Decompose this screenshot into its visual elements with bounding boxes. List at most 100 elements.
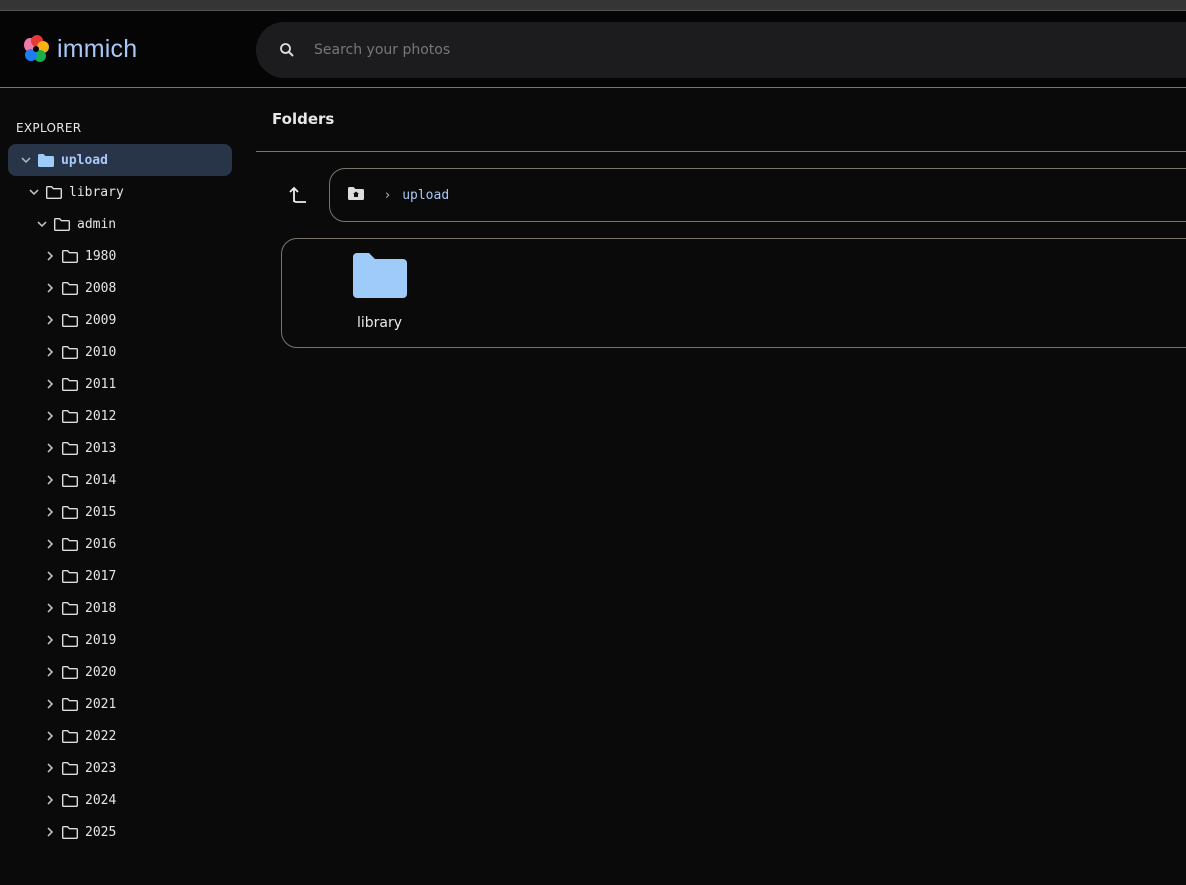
logo[interactable]: immich: [20, 33, 137, 65]
search-bar[interactable]: [256, 22, 1186, 78]
chevron-right-icon[interactable]: [43, 762, 57, 774]
folder-filled-icon: [37, 153, 55, 168]
tree-item-year[interactable]: 2014: [0, 464, 256, 496]
tree-item-year[interactable]: 2013: [0, 432, 256, 464]
tree-item-label: 2023: [85, 760, 117, 776]
chevron-right-icon[interactable]: [43, 346, 57, 358]
tree-item-year[interactable]: 2016: [0, 528, 256, 560]
chevron-right-icon[interactable]: [43, 826, 57, 838]
tree-item-label: 2016: [85, 536, 117, 552]
go-up-button[interactable]: [288, 183, 310, 209]
chevron-right-icon[interactable]: [43, 442, 57, 454]
tree-item-year[interactable]: 2025: [0, 816, 256, 848]
tree-item-year[interactable]: 2009: [0, 304, 256, 336]
tree-item-label: 1980: [85, 248, 117, 264]
tree-item-year[interactable]: 2024: [0, 784, 256, 816]
window-top-strip: [0, 0, 1186, 11]
chevron-right-icon[interactable]: [43, 378, 57, 390]
breadcrumb: › upload: [329, 168, 1186, 222]
tree-item-year[interactable]: 2011: [0, 368, 256, 400]
tree-item-label: 2013: [85, 440, 117, 456]
chevron-right-icon[interactable]: [43, 666, 57, 678]
page-title: Folders: [272, 110, 335, 128]
folder-icon: [61, 249, 79, 264]
folder-icon: [352, 253, 407, 298]
tree-item-library[interactable]: library: [0, 176, 256, 208]
tree-item-label: 2010: [85, 344, 117, 360]
chevron-down-icon[interactable]: [27, 186, 41, 198]
chevron-right-icon[interactable]: [43, 250, 57, 262]
tree-item-year[interactable]: 2018: [0, 592, 256, 624]
arrow-up-left-icon: [289, 186, 306, 203]
chevron-right-icon[interactable]: [43, 410, 57, 422]
tree-item-label: 2018: [85, 600, 117, 616]
folder-icon: [61, 281, 79, 296]
chevron-down-icon[interactable]: [19, 154, 33, 166]
folder-icon: [61, 505, 79, 520]
search-icon: [280, 43, 294, 57]
tree-item-label: 2015: [85, 504, 117, 520]
folder-icon: [61, 697, 79, 712]
tree-item-year[interactable]: 2017: [0, 560, 256, 592]
tree-item-year[interactable]: 2015: [0, 496, 256, 528]
search-input[interactable]: [314, 42, 914, 58]
folder-icon: [61, 665, 79, 680]
tree-item-label: 2014: [85, 472, 117, 488]
folder-icon: [61, 537, 79, 552]
chevron-right-icon[interactable]: [43, 506, 57, 518]
folder-icon: [61, 473, 79, 488]
chevron-right-icon: ›: [385, 187, 391, 203]
tree-item-label: 2025: [85, 824, 117, 840]
chevron-right-icon[interactable]: [43, 794, 57, 806]
folder-icon: [61, 409, 79, 424]
tree-item-label: 2011: [85, 376, 117, 392]
folder-tree: upload library admin 1980 2008 2009 2010 201…: [0, 144, 256, 848]
chevron-right-icon[interactable]: [43, 634, 57, 646]
chevron-right-icon[interactable]: [43, 570, 57, 582]
chevron-right-icon[interactable]: [43, 314, 57, 326]
folder-home-icon[interactable]: [347, 186, 365, 205]
tree-item-year[interactable]: 2021: [0, 688, 256, 720]
tree-item-label: 2012: [85, 408, 117, 424]
tree-item-label: admin: [77, 216, 117, 232]
chevron-right-icon[interactable]: [43, 474, 57, 486]
tree-item-year[interactable]: 2022: [0, 720, 256, 752]
tree-item-label: 2020: [85, 664, 117, 680]
folder-icon: [53, 217, 71, 232]
tree-item-label: 2009: [85, 312, 117, 328]
chevron-right-icon[interactable]: [43, 698, 57, 710]
folder-icon: [61, 441, 79, 456]
tree-item-year[interactable]: 2020: [0, 656, 256, 688]
folder-icon: [61, 377, 79, 392]
tree-item-upload[interactable]: upload: [8, 144, 232, 176]
folder-tile-library[interactable]: library: [342, 253, 417, 331]
tree-item-label: library: [69, 184, 124, 200]
chevron-right-icon[interactable]: [43, 538, 57, 550]
chevron-down-icon[interactable]: [35, 218, 49, 230]
tree-item-year[interactable]: 2023: [0, 752, 256, 784]
folder-icon: [61, 313, 79, 328]
chevron-right-icon[interactable]: [43, 282, 57, 294]
folder-grid: library: [281, 238, 1186, 348]
chevron-right-icon[interactable]: [43, 602, 57, 614]
folder-icon: [45, 185, 63, 200]
immich-logo-icon: [24, 35, 49, 62]
chevron-right-icon[interactable]: [43, 730, 57, 742]
folder-icon: [61, 601, 79, 616]
tree-item-label: 2022: [85, 728, 117, 744]
tree-item-label: 2024: [85, 792, 117, 808]
folder-icon: [61, 761, 79, 776]
explorer-heading: EXPLORER: [16, 121, 82, 135]
tree-item-year[interactable]: 2012: [0, 400, 256, 432]
breadcrumb-current[interactable]: upload: [402, 188, 449, 203]
folder-icon: [61, 569, 79, 584]
tree-item-label: 2008: [85, 280, 117, 296]
tree-item-year[interactable]: 1980: [0, 240, 256, 272]
tree-item-label: 2021: [85, 696, 117, 712]
tree-item-year[interactable]: 2019: [0, 624, 256, 656]
tree-item-label: 2019: [85, 632, 117, 648]
tree-item-year[interactable]: 2010: [0, 336, 256, 368]
tree-item-admin[interactable]: admin: [0, 208, 256, 240]
tree-item-year[interactable]: 2008: [0, 272, 256, 304]
folder-name: library: [356, 315, 403, 331]
